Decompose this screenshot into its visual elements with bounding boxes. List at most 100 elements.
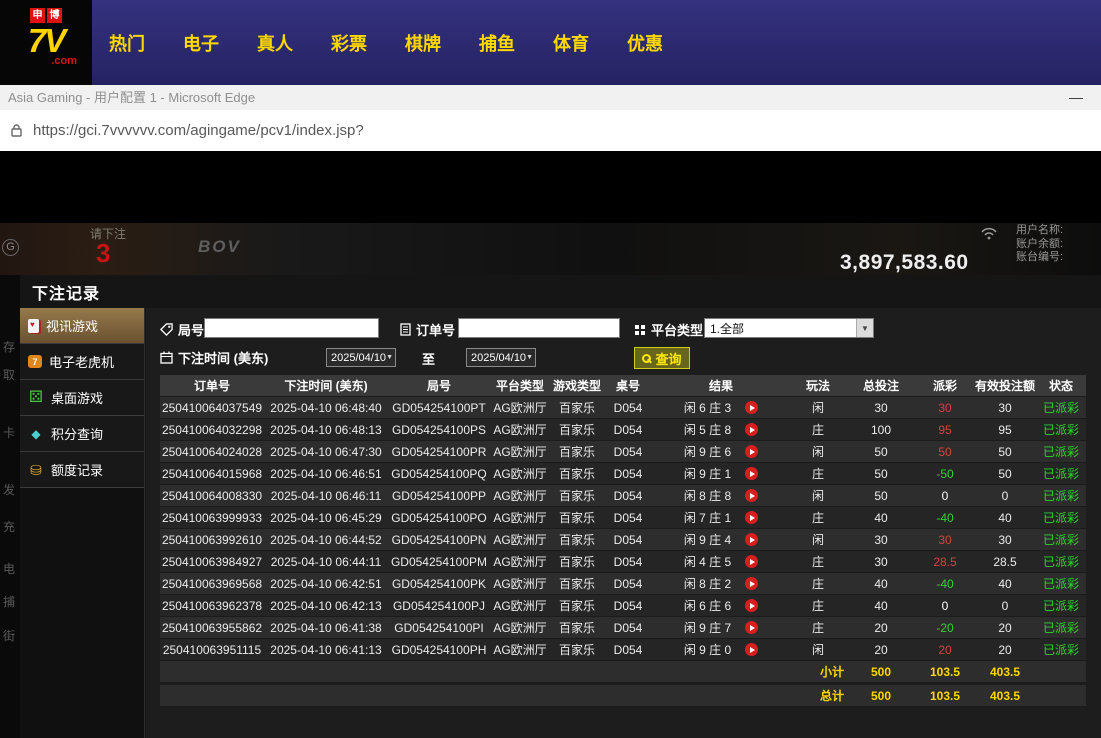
cell: 250410064032298 (160, 423, 264, 437)
nav-item[interactable]: 真人 (257, 30, 293, 56)
nav-item[interactable]: 捕鱼 (479, 30, 515, 56)
brand-logo[interactable]: 申 博 7V .com (0, 0, 92, 85)
cell: AG欧洲厅 (490, 443, 550, 460)
cell: GD054254100PP (388, 489, 490, 503)
replay-button[interactable] (745, 643, 758, 656)
cell: 30 (846, 401, 916, 415)
cell: 庄 (790, 619, 846, 636)
table-header-row: 订单号下注时间 (美东)局号平台类型游戏类型桌号结果玩法总投注派彩有效投注额状态 (160, 375, 1086, 397)
result-text: 闲 8 庄 2 (684, 575, 731, 592)
table-row: 2504100640240282025-04-10 06:47:30GD0542… (160, 441, 1086, 463)
result-cell: 闲 5 庄 8 (652, 421, 790, 438)
status-badge: 已派彩 (1036, 465, 1086, 482)
cell: 50 (846, 467, 916, 481)
result-text: 闲 4 庄 5 (684, 553, 731, 570)
cell: 250410063969568 (160, 577, 264, 591)
column-header: 桌号 (604, 377, 652, 394)
cell: 2025-04-10 06:41:13 (264, 643, 388, 657)
cell: GD054254100PQ (388, 467, 490, 481)
replay-button[interactable] (745, 445, 758, 458)
cell: AG欧洲厅 (490, 553, 550, 570)
status-badge: 已派彩 (1036, 531, 1086, 548)
sidebar-item-label: 桌面游戏 (51, 388, 103, 407)
nav-item[interactable]: 优惠 (627, 30, 663, 56)
payout-cell: 0 (916, 489, 974, 503)
cell: 250410063992610 (160, 533, 264, 547)
table-row: 2504100640083302025-04-10 06:46:11GD0542… (160, 485, 1086, 507)
column-header: 状态 (1036, 377, 1086, 394)
replay-button[interactable] (745, 467, 758, 480)
column-header: 派彩 (916, 377, 974, 394)
cell: GD054254100PI (388, 621, 490, 635)
cell: D054 (604, 577, 652, 591)
replay-button[interactable] (745, 577, 758, 590)
column-header: 玩法 (790, 377, 846, 394)
cell: 2025-04-10 06:42:51 (264, 577, 388, 591)
replay-button[interactable] (745, 533, 758, 546)
gem-icon (28, 427, 44, 441)
payout-cell: 28.5 (916, 555, 974, 569)
cell: 20 (974, 643, 1036, 657)
cell: 50 (974, 445, 1036, 459)
date-to-select[interactable]: 2025/04/10 ▼ (466, 348, 536, 367)
nav-item[interactable]: 棋牌 (405, 30, 441, 56)
nav-menu: 热门 电子 真人 彩票 棋牌 捕鱼 体育 优惠 (90, 0, 682, 85)
cell: 40 (846, 577, 916, 591)
status-badge: 已派彩 (1036, 575, 1086, 592)
cell: D054 (604, 511, 652, 525)
cell: GD054254100PN (388, 533, 490, 547)
platform-type-select[interactable]: 1.全部 ▼ (704, 318, 874, 338)
cell: 庄 (790, 597, 846, 614)
sidebar-item-slots[interactable]: 电子老虎机 (20, 344, 144, 380)
result-text: 闲 9 庄 7 (684, 619, 731, 636)
result-cell: 闲 6 庄 3 (652, 399, 790, 416)
sidebar-item-quota-records[interactable]: 额度记录 (20, 452, 144, 488)
replay-button[interactable] (745, 621, 758, 634)
cell: 庄 (790, 421, 846, 438)
cell: 40 (974, 577, 1036, 591)
top-nav: 申 博 7V .com 热门 电子 真人 彩票 棋牌 捕鱼 体育 优惠 (0, 0, 1101, 85)
replay-button[interactable] (745, 489, 758, 502)
bet-records-panel: 下注记录 视讯游戏电子老虎机桌面游戏积分查询额度记录 局号 订单号 (20, 275, 1101, 738)
chevron-down-icon: ▼ (526, 354, 533, 361)
round-no-input[interactable] (204, 318, 379, 338)
replay-button[interactable] (745, 511, 758, 524)
wifi-icon (980, 227, 998, 240)
nav-item[interactable]: 体育 (553, 30, 589, 56)
sidebar-item-points-query[interactable]: 积分查询 (20, 416, 144, 452)
chevron-down-icon: ▼ (386, 354, 393, 361)
date-from-select[interactable]: 2025/04/10 ▼ (326, 348, 396, 367)
replay-button[interactable] (745, 401, 758, 414)
to-label: 至 (422, 349, 435, 368)
minimize-button[interactable]: — (1069, 85, 1083, 110)
status-badge: 已派彩 (1036, 399, 1086, 416)
cell: 40 (974, 511, 1036, 525)
replay-button[interactable] (745, 599, 758, 612)
table-row: 2504100639849272025-04-10 06:44:11GD0542… (160, 551, 1086, 573)
cell: GD054254100PT (388, 401, 490, 415)
cell: 403.5 (974, 689, 1036, 703)
sidebar-item-video-games[interactable]: 视讯游戏 (20, 308, 144, 344)
search-button[interactable]: 查询 (634, 347, 690, 369)
cell: 250410064037549 (160, 401, 264, 415)
bet-time-label: 下注时间 (美东) (160, 348, 268, 367)
result-cell: 闲 9 庄 4 (652, 531, 790, 548)
url-bar[interactable]: https://gci.7vvvvvv.com/agingame/pcv1/in… (0, 110, 1101, 151)
cell: 40 (846, 599, 916, 613)
order-no-label: 订单号 (400, 320, 455, 339)
dice-icon (28, 391, 44, 405)
subtotal-row: 小计500103.5403.5 (160, 661, 1086, 683)
nav-item[interactable]: 彩票 (331, 30, 367, 56)
sidebar-item-table-games[interactable]: 桌面游戏 (20, 380, 144, 416)
result-cell: 闲 9 庄 7 (652, 619, 790, 636)
cell: GD054254100PJ (388, 599, 490, 613)
platform-type-label: 平台类型 (634, 320, 703, 339)
order-no-input[interactable] (458, 318, 620, 338)
nav-item[interactable]: 热门 (109, 30, 145, 56)
replay-button[interactable] (745, 423, 758, 436)
replay-button[interactable] (745, 555, 758, 568)
cell: 闲 (790, 531, 846, 548)
cell: AG欧洲厅 (490, 531, 550, 548)
nav-item[interactable]: 电子 (183, 30, 219, 56)
edge-glyph: 街 (3, 627, 15, 644)
